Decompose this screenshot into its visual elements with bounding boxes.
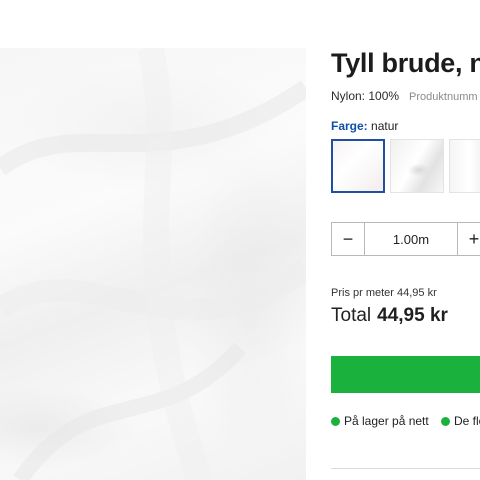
add-to-cart-button[interactable]	[331, 356, 480, 393]
total-price: Total 44,95 kr	[331, 305, 448, 327]
color-swatch-natur[interactable]	[331, 139, 385, 193]
color-swatch-3[interactable]	[449, 139, 480, 193]
in-stock-dot-icon	[441, 416, 450, 426]
total-label: Total	[331, 305, 372, 326]
color-swatch-2[interactable]	[390, 139, 444, 193]
quantity-increase-button[interactable]: +	[458, 223, 480, 255]
product-image[interactable]	[0, 48, 306, 480]
divider	[331, 468, 480, 469]
unit-price: Pris pr meter 44,95 kr	[331, 287, 437, 299]
color-selector-label: Farge: natur	[331, 119, 398, 133]
quantity-stepper[interactable]: − 1.00m +	[331, 222, 480, 256]
tulle-fabric-illustration	[0, 48, 306, 480]
stock-online-text: På lager på nett	[344, 414, 429, 428]
product-title: Tyll brude, n	[331, 48, 480, 78]
total-amount: 44,95 kr	[377, 305, 448, 326]
quantity-input[interactable]: 1.00m	[365, 223, 458, 255]
stock-stores: De fle	[441, 414, 480, 428]
quantity-decrease-button[interactable]: −	[332, 223, 365, 255]
stock-online: På lager på nett	[331, 414, 429, 428]
sku-label: Produktnumm	[409, 91, 478, 103]
product-meta: Nylon: 100% Produktnumm	[331, 89, 478, 103]
color-value: natur	[371, 119, 399, 133]
color-label: Farge:	[331, 119, 368, 133]
in-stock-dot-icon	[331, 416, 340, 426]
stock-stores-text: De fle	[454, 414, 480, 428]
material-text: Nylon: 100%	[331, 89, 400, 103]
